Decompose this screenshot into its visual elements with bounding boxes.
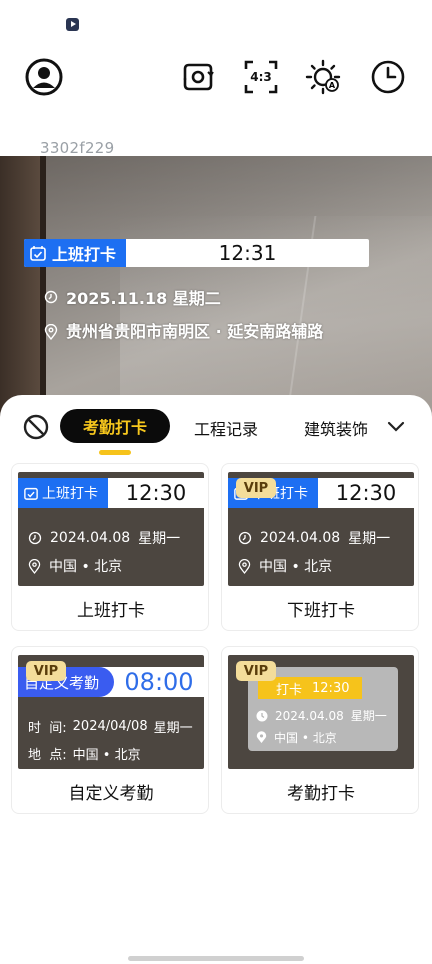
template-tag-label: 打卡	[276, 682, 303, 698]
watermark-banner[interactable]: 上班打卡 12:31	[24, 239, 369, 267]
auto-brightness-icon: A	[305, 59, 341, 95]
tab-building-decoration[interactable]: 建筑装饰	[294, 412, 378, 444]
watermark-tag: 上班打卡	[24, 239, 126, 267]
template-card-label: 自定义考勤	[68, 784, 154, 804]
template-weekday: 星期一	[153, 721, 193, 736]
calendar-check-icon	[30, 246, 46, 261]
tab-attendance[interactable]: 考勤打卡	[60, 409, 170, 443]
template-place-line-label: 地 点:	[28, 748, 67, 763]
location-pin-small-icon	[44, 324, 58, 340]
template-date: 2024.04.08	[275, 708, 344, 723]
clock-small-icon	[28, 531, 42, 545]
aspect-ratio-button[interactable]: 4:3	[241, 57, 281, 97]
tab-indicator	[99, 450, 131, 455]
template-card-attendance[interactable]: 打卡 12:30 2024.04.08 星期一 中国 • 北京 VIP 考勤打卡	[221, 646, 419, 814]
clock-icon	[371, 60, 405, 94]
vip-badge: VIP	[236, 661, 276, 681]
template-card-clock-out[interactable]: 下班打卡 12:30 2024.04.08 星期一 中国 • 北京 VIP 下班…	[221, 463, 419, 631]
prohibited-icon	[23, 414, 49, 440]
template-location: 中国 • 北京	[274, 731, 337, 745]
template-preview: 上班打卡 12:30 2024.04.08 星期一 中国 • 北京	[18, 472, 204, 586]
clock-small-icon	[238, 531, 252, 545]
template-place-line-value: 中国 • 北京	[72, 748, 141, 763]
watermark-time: 12:31	[218, 241, 277, 265]
template-time-line-value: 2024/04/08	[72, 719, 148, 734]
template-time: 12:30	[335, 481, 397, 505]
template-weekday: 星期一	[138, 531, 181, 547]
template-card-label: 考勤打卡	[287, 784, 355, 804]
preview-door-frame	[0, 156, 40, 421]
template-date: 2024.04.08	[50, 530, 131, 546]
location-pin-small-icon	[28, 558, 41, 574]
camera-flip-icon	[183, 63, 214, 91]
template-card-clock-in[interactable]: 上班打卡 12:30 2024.04.08 星期一 中国 • 北京 上班打卡	[11, 463, 209, 631]
home-indicator[interactable]	[128, 956, 304, 961]
vip-badge: VIP	[236, 478, 276, 498]
template-location: 中国 • 北京	[259, 559, 333, 575]
svg-text:A: A	[329, 81, 336, 90]
chevron-down-icon	[387, 421, 405, 432]
template-banner: 上班打卡 12:30	[18, 478, 204, 508]
template-location-line: 中国 • 北京	[28, 556, 122, 576]
template-weekday: 星期一	[350, 709, 387, 723]
template-date-line: 2024.04.08 星期一	[256, 707, 387, 724]
template-time: 12:30	[125, 481, 187, 505]
template-time-line-label: 时 间:	[28, 721, 67, 736]
template-weekday: 星期一	[348, 531, 391, 547]
template-tag-label: 上班打卡	[42, 486, 98, 502]
template-card-label: 下班打卡	[287, 601, 355, 621]
avatar-icon	[25, 58, 63, 96]
template-date: 2024.04.08	[260, 530, 341, 546]
tabs-expand-button[interactable]	[384, 414, 408, 438]
calendar-check-icon	[24, 487, 38, 500]
template-time: 12:30	[312, 680, 350, 696]
template-location-line: 中国 • 北京	[238, 556, 332, 576]
location-pin-filled-icon	[256, 731, 267, 743]
no-watermark-button[interactable]	[22, 413, 50, 441]
watermark-location-line: 贵州省贵阳市南明区 · 延安南路辅路	[44, 321, 344, 343]
template-location: 中国 • 北京	[49, 559, 123, 575]
watermark-location: 贵州省贵阳市南明区 · 延安南路辅路	[66, 322, 324, 341]
template-time: 08:00	[124, 668, 194, 696]
switch-camera-button[interactable]	[178, 57, 218, 97]
location-pin-small-icon	[238, 558, 251, 574]
template-date-line: 2024.04.08 星期一	[238, 528, 390, 548]
device-id: 3302f229	[40, 139, 115, 157]
avatar-button[interactable]	[24, 57, 64, 97]
template-place-line: 地 点: 中国 • 北京	[28, 744, 141, 763]
watermark-date: 2025.11.18 星期二	[66, 289, 221, 308]
clock-small-icon	[44, 290, 58, 304]
template-location-line: 中国 • 北京	[256, 729, 337, 746]
clock-filled-icon	[256, 710, 268, 721]
template-tag: 打卡 12:30	[258, 677, 362, 699]
template-tag: 上班打卡	[18, 478, 108, 508]
watermark-date-line: 2025.11.18 星期二	[44, 285, 221, 309]
timer-button[interactable]	[368, 57, 408, 97]
watermark-tag-label: 上班打卡	[52, 245, 117, 264]
template-card-label: 上班打卡	[77, 601, 145, 621]
template-date-line: 2024.04.08 星期一	[28, 528, 180, 548]
vip-badge: VIP	[26, 661, 66, 681]
template-time-line: 时 间: 2024/04/08 星期一	[28, 717, 193, 736]
status-app-icon	[66, 18, 79, 31]
tab-engineering-record[interactable]: 工程记录	[184, 412, 268, 444]
template-card-custom-attendance[interactable]: 自定义考勤 08:00 时 间: 2024/04/08 星期一 地 点: 中国 …	[11, 646, 209, 814]
auto-brightness-button[interactable]: A	[304, 57, 344, 97]
aspect-ratio-label: 4:3	[250, 70, 272, 84]
